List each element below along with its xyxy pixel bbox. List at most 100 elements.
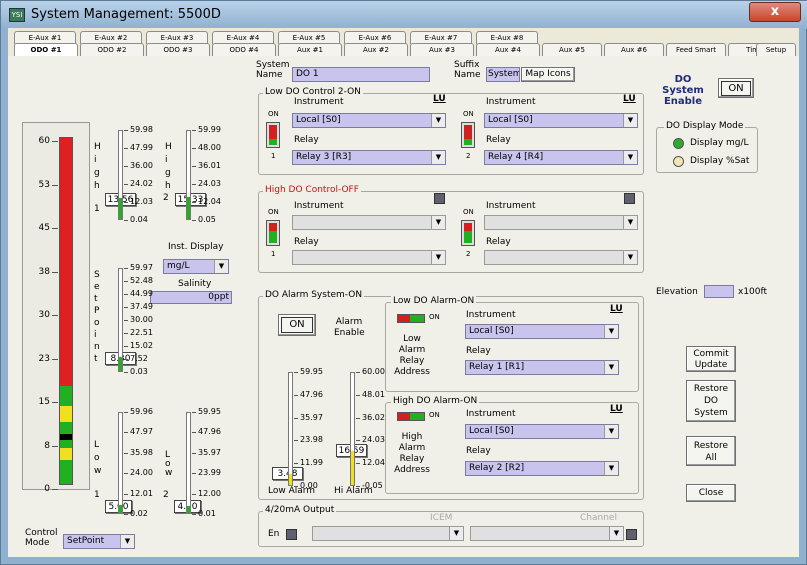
high-ctrl-switch-2[interactable] [461,220,475,246]
chevron-down-icon[interactable]: ▼ [623,114,637,127]
tab-feed-smart[interactable]: Feed Smart [666,43,726,56]
system-name-field[interactable]: DO 1 [292,67,430,82]
inst-display-select[interactable]: mg/L ▼ [163,259,229,274]
chevron-down-icon[interactable]: ▼ [431,251,445,264]
high-letter: g [94,168,100,178]
high-2-tick-label: 59.99 [198,125,221,134]
display-sat-label[interactable]: Display %Sat [690,156,749,166]
high-alarm-address-label: High Alarm Relay Address [394,432,430,475]
restore-all-button[interactable]: Restore All [686,436,736,466]
high-ctrl-square-2[interactable] [624,193,635,204]
low-ctrl-lu-2[interactable]: LU [623,94,636,104]
high-1-tick-label: 59.98 [130,125,153,134]
low-ctrl-switch-1[interactable] [266,122,280,148]
do-level-tick [52,489,58,490]
map-icons-button[interactable]: Map Icons [521,67,575,82]
tab-aux-5[interactable]: Aux #5 [542,43,602,56]
high-slider-1-number: 1 [94,204,100,214]
high-alarm-toggle[interactable] [397,412,425,421]
chevron-down-icon[interactable]: ▼ [604,325,618,338]
alarm-low-tick-label: 59.95 [300,367,323,376]
do-system-enable-button[interactable]: ON [718,78,754,98]
high-letter: h [94,181,100,191]
tab-odo-2[interactable]: ODO #2 [80,43,144,56]
close-button[interactable]: Close [686,484,736,502]
setpoint-tick [124,320,128,321]
low-ctrl-relay-2[interactable]: Relay 4 [R4] ▼ [484,150,638,165]
low-ctrl-relay-label-2: Relay [486,135,511,145]
tab-aux-3[interactable]: Aux #3 [410,43,474,56]
tab-setup[interactable]: Setup [756,43,796,56]
chevron-down-icon[interactable]: ▼ [609,527,623,540]
output-channel-label: Channel [580,513,617,523]
low-ctrl-instrument-1[interactable]: Local [S0] ▼ [292,113,446,128]
setpoint-letter: t [94,354,98,364]
output-icem-select[interactable]: ▼ [312,526,464,541]
high-ctrl-square-1[interactable] [434,193,445,204]
chevron-down-icon[interactable]: ▼ [214,260,228,273]
high-alarm-relay[interactable]: Relay 2 [R2] ▼ [465,461,619,476]
low-alarm-lu[interactable]: LU [610,304,623,314]
high-ctrl-instrument-2[interactable]: ▼ [484,215,638,230]
alarm-low-tick-label: 35.97 [300,412,323,422]
low-alarm-relay-label: Relay [466,346,491,356]
restore-do-system-button[interactable]: Restore DO System [686,380,736,422]
tab-odo-4[interactable]: ODO #4 [212,43,276,56]
commit-update-button[interactable]: Commit Update [686,346,736,372]
low-ctrl-relay-1[interactable]: Relay 3 [R3] ▼ [292,150,446,165]
low-ctrl-switch-2[interactable] [461,122,475,148]
high-2-fill [187,197,190,219]
close-window-button[interactable]: x [749,2,801,22]
salinity-field[interactable]: 0ppt [150,291,232,304]
high-ctrl-switch-1[interactable] [266,220,280,246]
suffix-name-field[interactable]: System [486,67,520,82]
chevron-down-icon[interactable]: ▼ [604,425,618,438]
elevation-field[interactable] [704,285,734,298]
chevron-down-icon[interactable]: ▼ [623,251,637,264]
tab-aux-6[interactable]: Aux #6 [604,43,664,56]
alarm-enable-button[interactable]: ON [278,314,316,336]
setpoint-tick [124,281,128,282]
setpoint-tick-label: 59.97 [130,263,153,272]
low-ctrl-instrument-2[interactable]: Local [S0] ▼ [484,113,638,128]
tab-aux-4[interactable]: Aux #4 [476,43,540,56]
chevron-down-icon[interactable]: ▼ [623,151,637,164]
chevron-down-icon[interactable]: ▼ [604,462,618,475]
low-alarm-toggle[interactable] [397,314,425,323]
high-ctrl-instrument-1[interactable]: ▼ [292,215,446,230]
setpoint-tick-label: 22.51 [130,328,153,337]
chevron-down-icon[interactable]: ▼ [431,151,445,164]
display-sat-radio[interactable] [673,156,684,167]
chevron-down-icon[interactable]: ▼ [449,527,463,540]
tab-odo-3[interactable]: ODO #3 [146,43,210,56]
display-mgl-radio[interactable] [673,138,684,149]
chevron-down-icon[interactable]: ▼ [623,216,637,229]
high-do-control-title: High DO Control-OFF [263,185,361,195]
setpoint-tick [124,346,128,347]
high-ctrl-relay-1[interactable]: ▼ [292,250,446,265]
tab-aux-2[interactable]: Aux #2 [344,43,408,56]
low-alarm-instrument[interactable]: Local [S0] ▼ [465,324,619,339]
high-alarm-lu[interactable]: LU [610,404,623,414]
chevron-down-icon[interactable]: ▼ [431,114,445,127]
high-alarm-instrument[interactable]: Local [S0] ▼ [465,424,619,439]
low-ctrl-lu-1[interactable]: LU [433,94,446,104]
high-alarm-instrument-value: Local [S0] [469,426,514,436]
output-en-square[interactable] [286,529,297,540]
chevron-down-icon[interactable]: ▼ [431,216,445,229]
chevron-down-icon[interactable]: ▼ [604,361,618,374]
high-2-tick-label: 36.01 [198,161,221,170]
setpoint-letter: P [94,306,100,316]
chevron-down-icon[interactable]: ▼ [120,535,134,548]
low-alarm-relay[interactable]: Relay 1 [R1] ▼ [465,360,619,375]
tab-odo-1[interactable]: ODO #1 [14,43,78,56]
low-alarm-on: ON [429,313,440,321]
setpoint-letter: e [94,282,100,292]
tab-aux-1[interactable]: Aux #1 [278,43,342,56]
display-mgl-label[interactable]: Display mg/L [690,138,749,148]
output-channel-select[interactable]: ▼ [470,526,624,541]
output-channel-square[interactable] [626,529,637,540]
high-ctrl-relay-2[interactable]: ▼ [484,250,638,265]
low-2-tick-label: 23.99 [198,468,221,478]
control-mode-select[interactable]: SetPoint ▼ [63,534,135,549]
